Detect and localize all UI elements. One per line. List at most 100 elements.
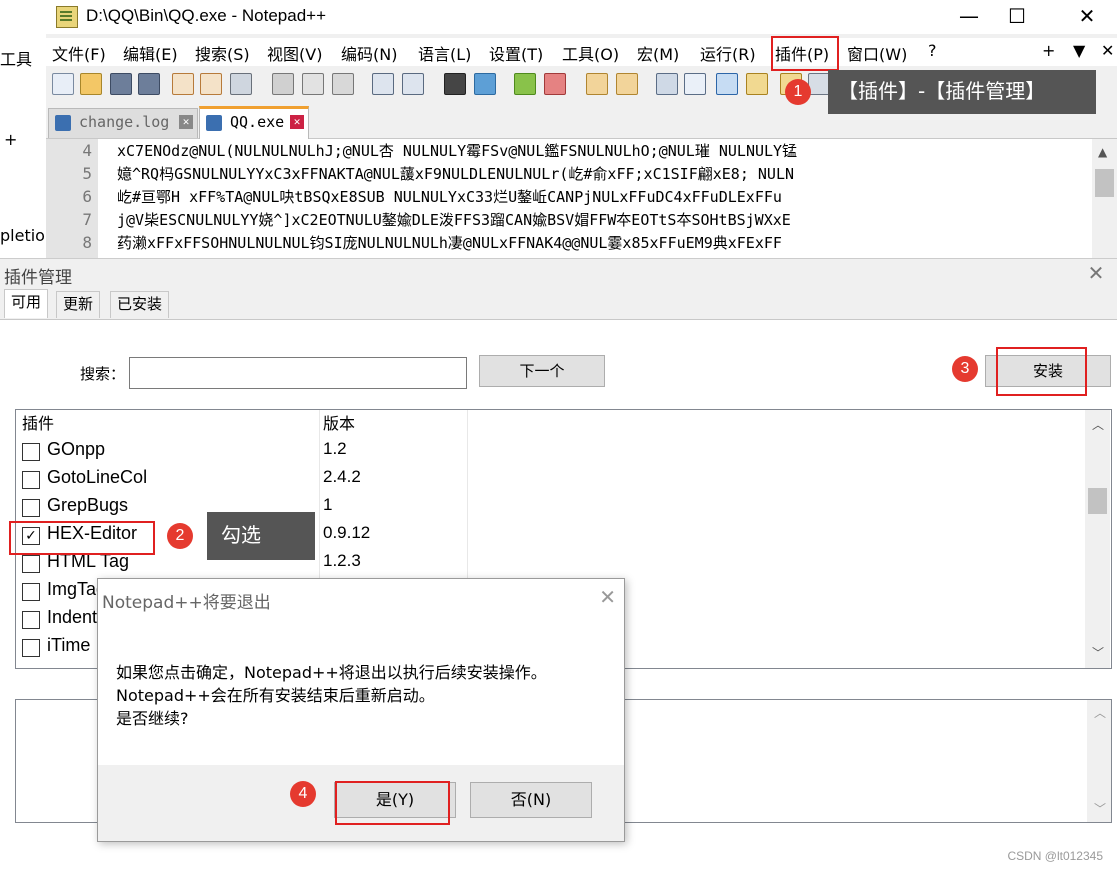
description-scrollbar[interactable]: ︿ ﹀ — [1087, 700, 1111, 822]
plugin-checkbox[interactable] — [22, 611, 40, 629]
left-strip-text-completion: pletio — [0, 226, 45, 245]
menu-view[interactable]: 视图(V) — [267, 41, 322, 65]
left-strip-text-tools: 工具 — [0, 50, 33, 69]
code-line: xC7ENOdz@NUL(NULNULNULhJ;@NUL杏 NULNULY霉F… — [117, 142, 798, 160]
tab-installed[interactable]: 已安装 — [110, 291, 170, 318]
scroll-thumb[interactable] — [1088, 488, 1107, 514]
menu-window[interactable]: 窗口(W) — [847, 41, 907, 65]
print-icon[interactable] — [230, 73, 252, 95]
open-file-icon[interactable] — [80, 73, 102, 95]
plugin-checkbox[interactable] — [22, 443, 40, 461]
line-number: 7 — [82, 210, 92, 229]
tab-qq-exe[interactable]: QQ.exe ✕ — [199, 106, 309, 141]
editor-area[interactable]: 4 5 6 7 8 xC7ENOdz@NUL(NULNULNULhJ;@NUL杏… — [46, 139, 1117, 260]
menu-file[interactable]: 文件(F) — [52, 41, 106, 65]
plugin-name: Indent — [47, 607, 98, 627]
notepad-app-icon — [56, 6, 78, 28]
zoom-in-icon[interactable] — [514, 73, 536, 95]
plugin-version: 0.9.12 — [323, 523, 371, 542]
plugin-checkbox[interactable] — [22, 471, 40, 489]
step-badge-4: 4 — [290, 781, 316, 807]
plugin-checkbox[interactable] — [22, 555, 40, 573]
menu-help[interactable]: ? — [928, 41, 937, 60]
line-number: 5 — [82, 164, 92, 183]
column-header-version[interactable]: 版本 — [323, 410, 355, 437]
plugin-manager-close-icon[interactable]: ✕ — [1081, 259, 1111, 287]
plugin-manager-title: 插件管理 — [4, 268, 72, 288]
watermark: CSDN @lt012345 — [1007, 849, 1103, 863]
scroll-down-icon[interactable]: ﹀ — [1094, 800, 1106, 817]
plugin-name: iTime — [47, 635, 91, 655]
menu-close-icon[interactable]: ✕ — [1101, 41, 1114, 60]
tab-updates[interactable]: 更新 — [56, 291, 101, 318]
menu-dropdown-icon[interactable]: ▼ — [1073, 41, 1085, 60]
paste-icon[interactable] — [332, 73, 354, 95]
plugin-version: 1.2 — [323, 439, 347, 458]
plugin-version: 1 — [323, 495, 333, 514]
menu-tools[interactable]: 工具(O) — [562, 41, 619, 65]
redo-icon[interactable] — [402, 73, 424, 95]
line-number: 4 — [82, 141, 92, 160]
callout-check: 勾选 — [207, 512, 315, 560]
plugin-checkbox[interactable] — [22, 583, 40, 601]
line-number-gutter: 4 5 6 7 8 — [46, 139, 98, 260]
replace-icon[interactable] — [474, 73, 496, 95]
file-icon — [55, 115, 71, 131]
menu-language[interactable]: 语言(L) — [418, 41, 471, 65]
cut-icon[interactable] — [272, 73, 294, 95]
plugin-checkbox[interactable] — [22, 639, 40, 657]
scroll-thumb[interactable] — [1095, 169, 1114, 197]
list-item[interactable]: GotoLineCol 2.4.2 — [16, 466, 1086, 494]
sync-v-icon[interactable] — [586, 73, 608, 95]
line-number: 8 — [82, 233, 92, 252]
save-all-icon[interactable] — [138, 73, 160, 95]
show-all-chars-icon[interactable] — [684, 73, 706, 95]
close-button[interactable]: ✕ — [1064, 0, 1110, 34]
list-item[interactable]: GrepBugs 1 — [16, 494, 1086, 522]
word-wrap-icon[interactable] — [656, 73, 678, 95]
column-header-plugin[interactable]: 插件 — [22, 410, 54, 437]
menu-bar: 文件(F) 编辑(E) 搜索(S) 视图(V) 编码(N) 语言(L) 设置(T… — [46, 38, 1117, 66]
indent-guide-icon[interactable] — [716, 73, 738, 95]
plugin-checkbox[interactable] — [22, 499, 40, 517]
zoom-out-icon[interactable] — [544, 73, 566, 95]
confirm-close-icon[interactable]: ✕ — [599, 585, 616, 609]
confirm-dialog-title: Notepad++将要退出 — [102, 593, 271, 613]
scroll-up-icon[interactable]: ▲ — [1098, 145, 1107, 159]
list-item[interactable]: HTML Tag 1.2.3 — [16, 550, 1086, 578]
tab-change-log[interactable]: change.log ✕ — [48, 108, 198, 138]
menu-settings[interactable]: 设置(T) — [489, 41, 543, 65]
no-button[interactable]: 否(N) — [470, 782, 592, 818]
search-input[interactable] — [129, 357, 467, 389]
tab-available[interactable]: 可用 — [4, 289, 49, 318]
menu-edit[interactable]: 编辑(E) — [123, 41, 178, 65]
next-button[interactable]: 下一个 — [479, 355, 605, 387]
scroll-up-icon[interactable]: ︿ — [1094, 704, 1106, 721]
list-item[interactable]: GOnpp 1.2 — [16, 438, 1086, 466]
new-file-icon[interactable] — [52, 73, 74, 95]
menu-search[interactable]: 搜索(S) — [195, 41, 250, 65]
find-icon[interactable] — [444, 73, 466, 95]
close-file-icon[interactable] — [172, 73, 194, 95]
scroll-down-icon[interactable]: ﹀ — [1092, 644, 1104, 661]
editor-vertical-scrollbar[interactable]: ▲ — [1092, 139, 1117, 260]
plugin-list-scrollbar[interactable]: ︿ ﹀ — [1085, 410, 1110, 668]
tab-close-icon[interactable]: ✕ — [179, 115, 193, 129]
sync-h-icon[interactable] — [616, 73, 638, 95]
highlight-yes-button — [335, 781, 450, 825]
maximize-button[interactable]: ☐ — [994, 0, 1040, 34]
scroll-up-icon[interactable]: ︿ — [1092, 416, 1104, 433]
close-all-icon[interactable] — [200, 73, 222, 95]
menu-add-icon[interactable]: + — [1042, 41, 1055, 60]
udl-icon[interactable] — [746, 73, 768, 95]
save-icon[interactable] — [110, 73, 132, 95]
minimize-button[interactable]: — — [946, 0, 992, 34]
tab-close-icon[interactable]: ✕ — [290, 115, 304, 129]
function-list-icon[interactable] — [808, 73, 830, 95]
menu-macro[interactable]: 宏(M) — [637, 41, 679, 65]
menu-encoding[interactable]: 编码(N) — [341, 41, 397, 65]
copy-icon[interactable] — [302, 73, 324, 95]
step-badge-3: 3 — [952, 356, 978, 382]
undo-icon[interactable] — [372, 73, 394, 95]
menu-run[interactable]: 运行(R) — [700, 41, 756, 65]
